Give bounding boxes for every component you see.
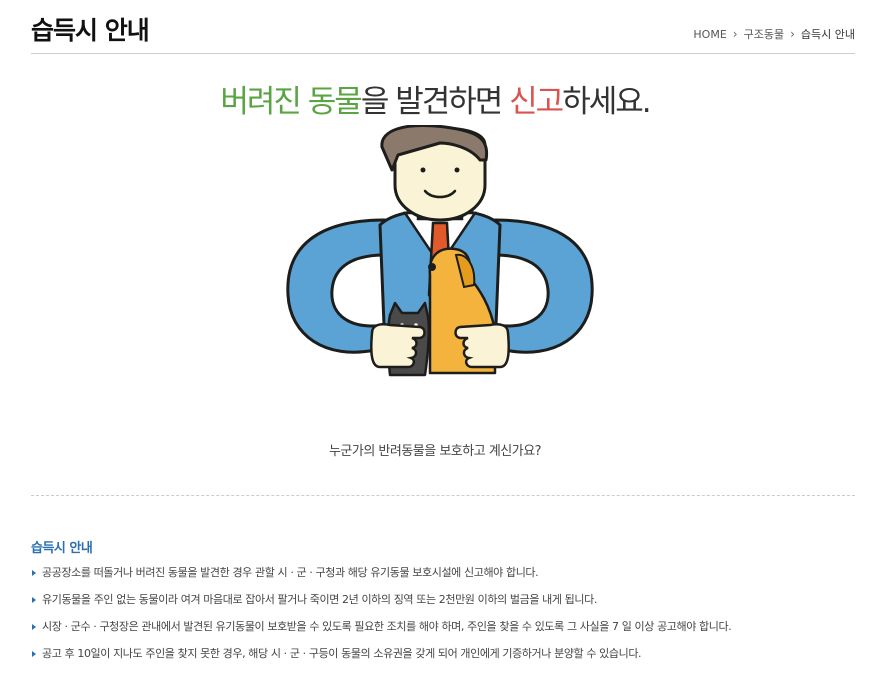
list-item: 시장 · 군수 · 구청장은 관내에서 발견된 유기동물이 보호받을 수 있도록…	[31, 620, 732, 647]
headline-text-end: 하세요.	[562, 84, 651, 120]
breadcrumb: HOME › 구조동물 › 습득시 안내	[693, 26, 855, 42]
info-list: 공공장소를 떠돌거나 버려진 동물을 발견한 경우 관할 시 · 군 · 구청과…	[31, 566, 732, 674]
page-title: 습득시 안내	[31, 16, 150, 45]
breadcrumb-current: 습득시 안내	[800, 28, 855, 41]
chevron-right-icon: ›	[732, 27, 738, 41]
headline-text: 을 발견하면	[360, 84, 510, 120]
list-item: 유기동물을 주인 없는 동물이라 여겨 마음대로 잡아서 팔거나 죽이면 2년 …	[31, 593, 731, 620]
man-hugging-dog-and-cat-illustration	[280, 124, 600, 385]
triangle-bullet-icon	[32, 624, 36, 630]
breadcrumb-home[interactable]: HOME	[693, 28, 726, 41]
list-item: 공공장소를 떠돌거나 버려진 동물을 발견한 경우 관할 시 · 군 · 구청과…	[31, 566, 731, 593]
section-title: 습득시 안내	[31, 541, 93, 556]
title-divider	[31, 53, 855, 54]
triangle-bullet-icon	[32, 570, 36, 576]
headline-report: 신고	[509, 84, 564, 120]
list-item: 공고 후 10일이 지나도 주인을 찾지 못한 경우, 해당 시 · 군 · 구…	[31, 647, 731, 674]
chevron-right-icon: ›	[790, 27, 795, 41]
breadcrumb-rescue-animals[interactable]: 구조동물	[744, 26, 784, 42]
section-divider	[31, 495, 855, 496]
headline-abandoned-animal: 버려진 동물	[220, 84, 362, 120]
question-text: 누군가의 반려동물을 보호하고 계신가요?	[328, 444, 542, 459]
triangle-bullet-icon	[32, 651, 36, 657]
triangle-bullet-icon	[32, 597, 36, 603]
headline: 버려진 동물을 발견하면 신고하세요.	[0, 76, 870, 121]
